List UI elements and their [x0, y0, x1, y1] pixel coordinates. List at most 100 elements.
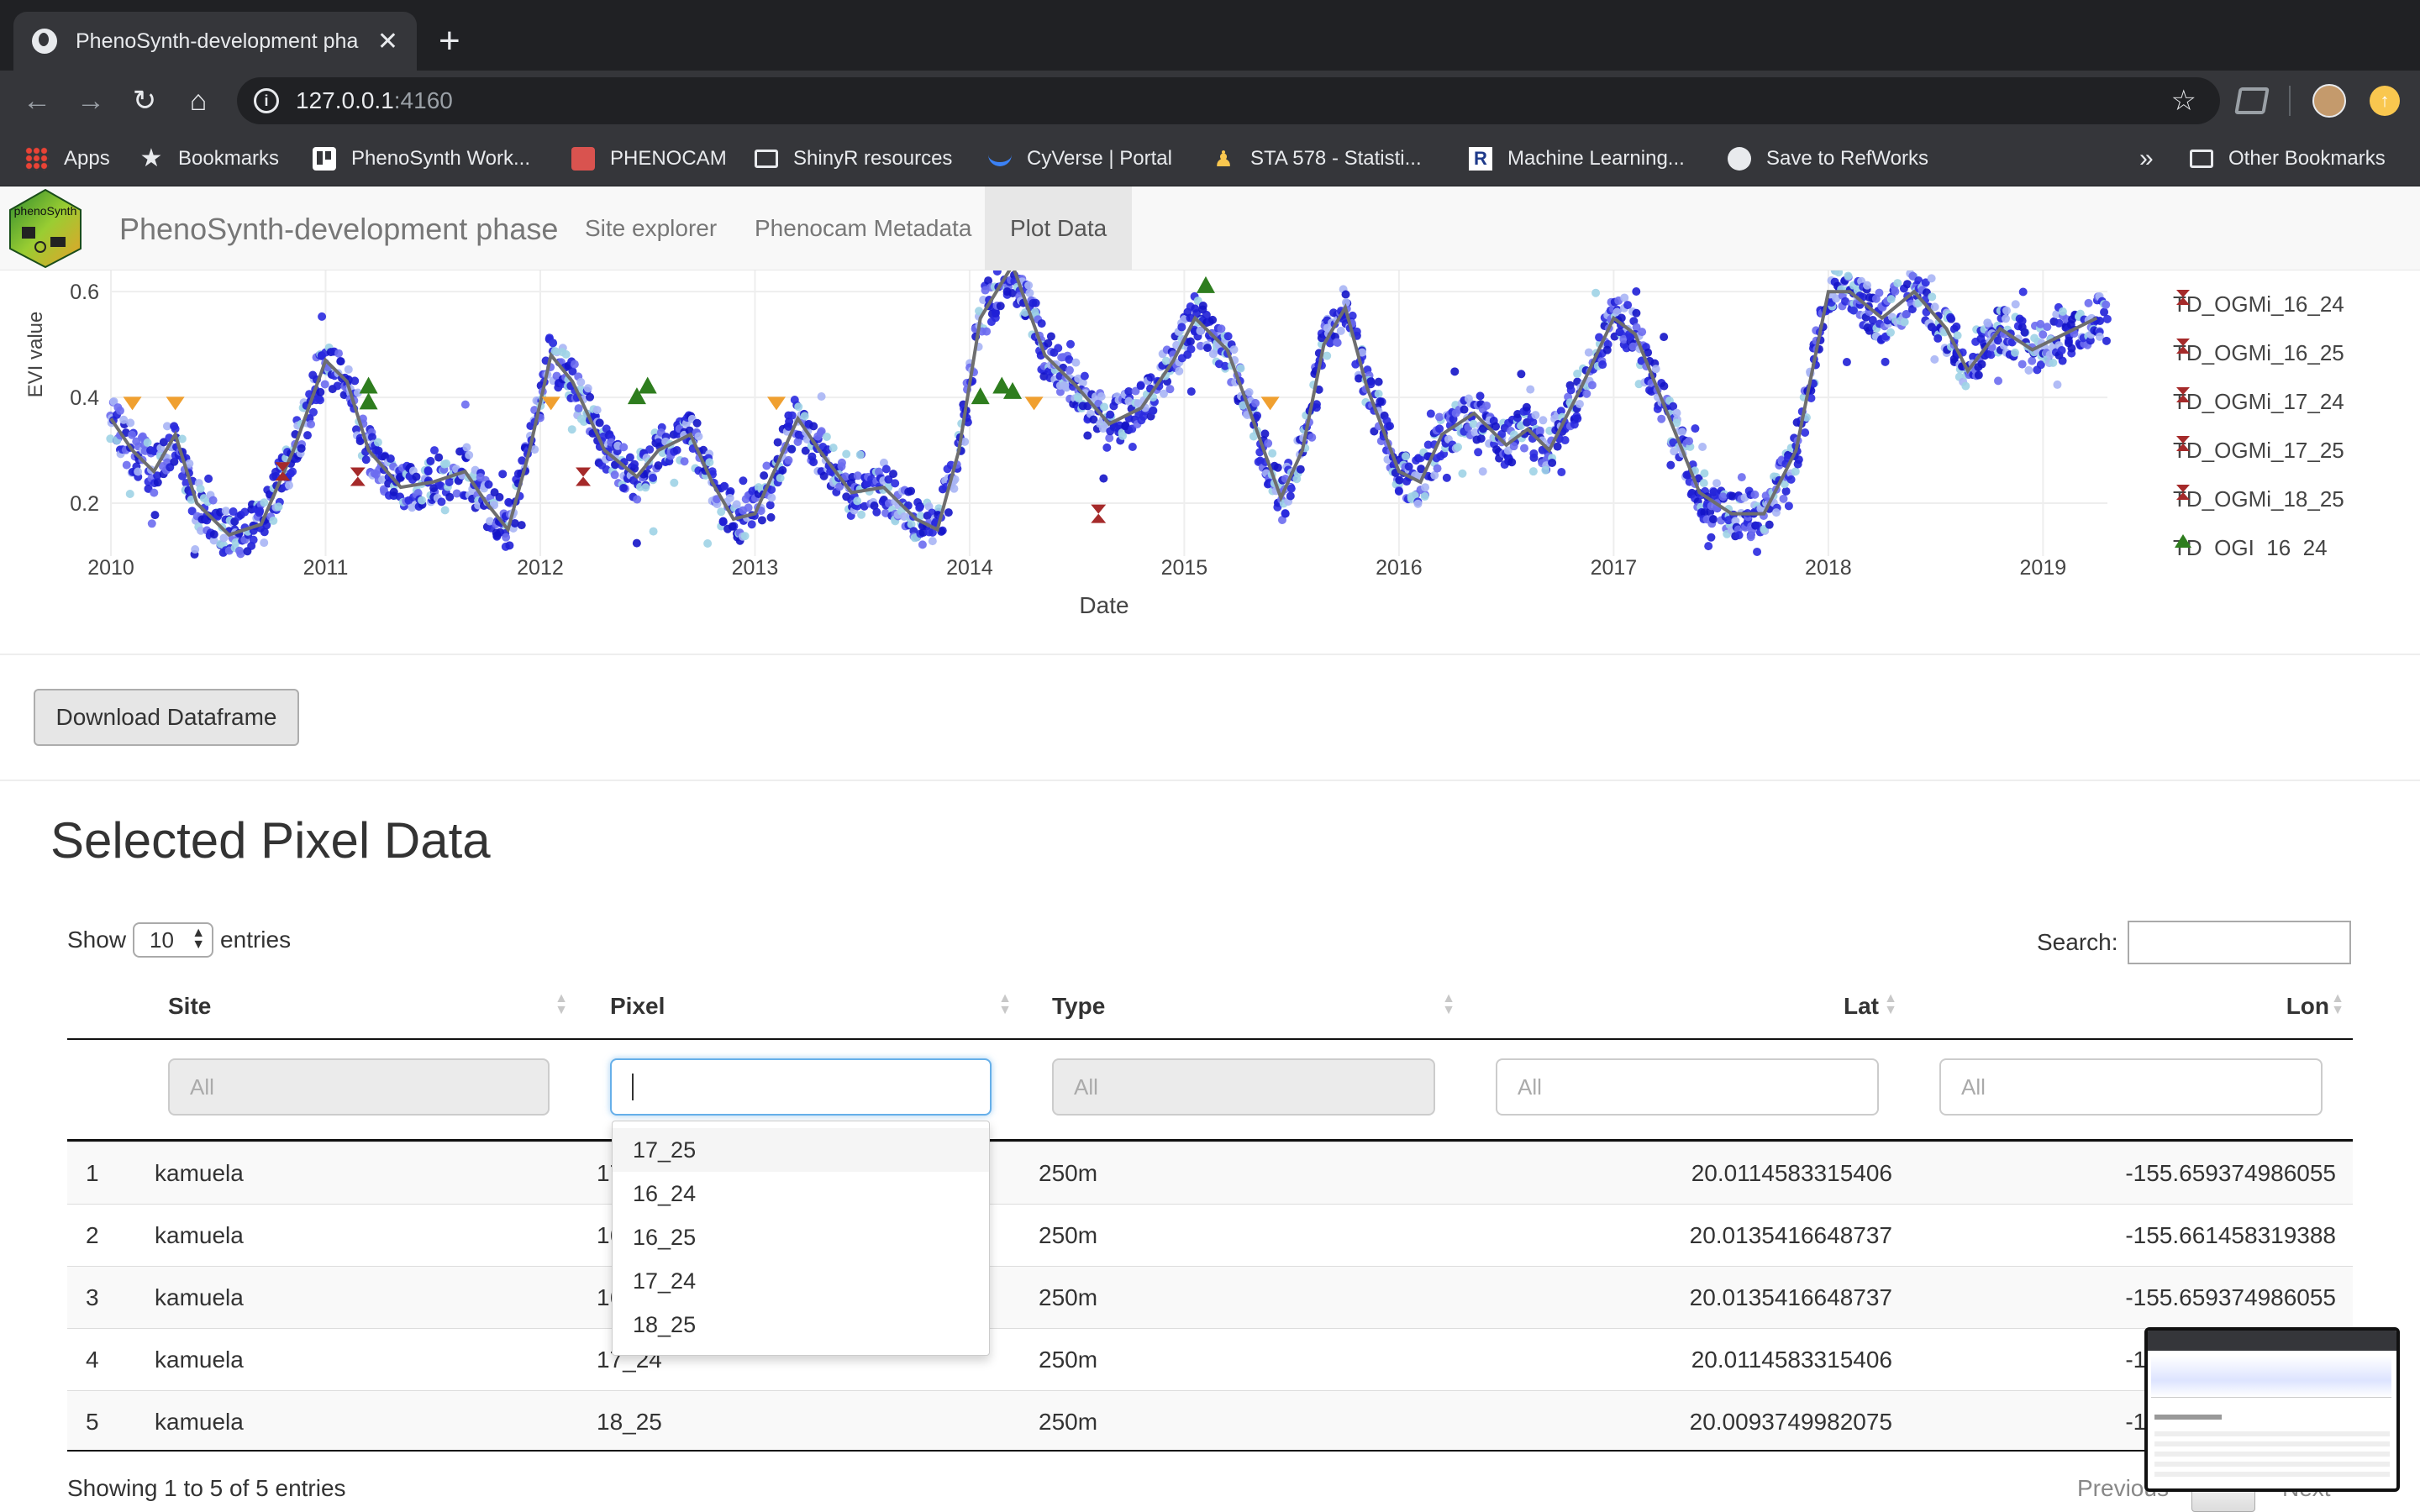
bookmark-phenosynth[interactable]: PhenoSynth Work...: [313, 131, 530, 186]
nav-phenocam-metadata[interactable]: Phenocam Metadata: [729, 186, 997, 270]
pixel-point: [517, 521, 526, 530]
pixel-point: [260, 498, 269, 507]
pixel-point: [2024, 365, 2033, 375]
bookmark-bookmarks[interactable]: ★ Bookmarks: [139, 131, 280, 186]
pixel-point: [872, 507, 881, 517]
site-info-icon[interactable]: i: [254, 88, 279, 113]
column-header-lat[interactable]: Lat: [1802, 988, 1879, 1038]
pixel-point: [1474, 448, 1483, 457]
download-dataframe-button[interactable]: Download Dataframe: [34, 689, 299, 746]
reload-icon[interactable]: ↻: [126, 82, 163, 119]
pixel-point: [1223, 332, 1233, 341]
dropdown-option[interactable]: 18_25: [613, 1303, 989, 1347]
sort-icon[interactable]: ▲ ▼: [997, 992, 1013, 1017]
sort-icon[interactable]: ▲ ▼: [553, 992, 570, 1017]
update-icon[interactable]: ↑: [2370, 86, 2400, 116]
home-icon[interactable]: ⌂: [180, 82, 217, 119]
dropdown-option[interactable]: 16_24: [613, 1172, 989, 1215]
phenology-markers: [123, 276, 1280, 523]
drive-extension-icon[interactable]: [2234, 87, 2270, 114]
sort-icon[interactable]: ▲ ▼: [1882, 992, 1899, 1017]
browser-toolbar: ← → ↻ ⌂ i 127.0.0.1:4160 ☆: [0, 71, 2420, 131]
bookmark-apps[interactable]: Apps: [25, 131, 110, 186]
dropdown-option[interactable]: 17_25: [613, 1128, 989, 1172]
pixel-point: [495, 492, 504, 501]
pixel-point: [766, 512, 776, 522]
pixel-point: [837, 462, 846, 471]
profile-avatar[interactable]: [2312, 84, 2346, 118]
column-header-lon[interactable]: Lon: [2245, 988, 2329, 1038]
bookmark-cyverse[interactable]: CyVerse | Portal: [988, 131, 1172, 186]
y-tick-labels: 0.2 0.4 0.6: [70, 281, 99, 516]
pixel-point: [502, 533, 511, 542]
pixel-point: [1286, 484, 1296, 493]
table-row[interactable]: 4 kamuela 17_24 250m 20.0114583315406 -1…: [67, 1328, 2353, 1390]
pixel-point: [1983, 318, 1992, 328]
table-search-input[interactable]: [2128, 921, 2351, 964]
table-row[interactable]: 2 kamuela 16_24 250m 20.0135416648737 -1…: [67, 1204, 2353, 1266]
evi-plot[interactable]: 2010 2011 2012 2013 2014 2015 2016 2017 2018 2019…: [0, 270, 2151, 654]
pixel-point: [1333, 338, 1342, 347]
site-filter[interactable]: All: [168, 1058, 550, 1116]
address-bar[interactable]: i 127.0.0.1:4160 ☆: [237, 77, 2220, 124]
bookmark-phenocam[interactable]: PHENOCAM: [571, 131, 727, 186]
pixel-point: [787, 444, 797, 454]
legend-item[interactable]: TD_OGMi_18_25: [2173, 482, 2344, 516]
sort-icon[interactable]: ▲ ▼: [1440, 992, 1457, 1017]
ogmn-marker: [166, 396, 185, 411]
column-header-site[interactable]: Site: [168, 988, 211, 1038]
legend-item[interactable]: TD_OGMi_16_25: [2173, 336, 2344, 370]
bookmark-machine-learning[interactable]: R Machine Learning...: [1469, 131, 1685, 186]
bookmark-star-icon[interactable]: ☆: [2171, 84, 2196, 118]
column-header-type[interactable]: Type: [1052, 988, 1105, 1038]
screenshot-thumbnail[interactable]: [2144, 1327, 2400, 1492]
pixel-point: [1961, 381, 1970, 391]
type-filter[interactable]: All: [1052, 1058, 1435, 1116]
legend-item[interactable]: TD_OGMi_17_25: [2173, 433, 2344, 467]
page-length-select[interactable]: 10 ▲ ▼: [133, 922, 214, 958]
pixel-point: [549, 339, 558, 348]
bookmark-other[interactable]: Other Bookmarks: [2190, 131, 2386, 186]
lat-filter[interactable]: All: [1496, 1058, 1879, 1116]
chart-legend[interactable]: TD_OGMi_16_24 TD_OGMi_16_25 TD_OGMi_17_2…: [2151, 270, 2420, 556]
pixel-point: [1801, 428, 1810, 438]
forward-icon[interactable]: →: [72, 82, 109, 119]
bookmark-sta578[interactable]: ♟ STA 578 - Statisti...: [1212, 131, 1421, 186]
table-row[interactable]: 3 kamuela 16_25 250m 20.0135416648737 -1…: [67, 1266, 2353, 1328]
legend-item[interactable]: TD_OGMi_17_24: [2173, 385, 2344, 418]
column-header-pixel[interactable]: Pixel: [610, 988, 665, 1038]
url-text: 127.0.0.1:4160: [296, 87, 453, 113]
legend-item[interactable]: TD_OGI_16_24: [2173, 531, 2328, 556]
y-axis-label: EVI value: [24, 312, 47, 398]
table-row[interactable]: 1 kamuela 17_25 250m 20.0114583315406 -1…: [67, 1142, 2353, 1204]
legend-item[interactable]: TD_OGMi_16_24: [2173, 287, 2344, 321]
pixel-filter-dropdown[interactable]: 17_25 16_24 16_25 17_24 18_25: [612, 1121, 990, 1356]
pixel-point: [302, 431, 312, 440]
nav-plot-data[interactable]: Plot Data: [985, 186, 1133, 270]
pixel-point: [1632, 287, 1641, 297]
dropdown-option[interactable]: 17_24: [613, 1259, 989, 1303]
legend-label: TD_OGMi_18_25: [2173, 486, 2344, 512]
pixel-filter-input[interactable]: [610, 1058, 992, 1116]
pixel-point: [1526, 385, 1535, 394]
row-index: 3: [86, 1284, 99, 1310]
new-tab-button[interactable]: +: [439, 20, 460, 62]
bookmark-refworks[interactable]: Save to RefWorks: [1728, 131, 1928, 186]
type-cell: 250m: [1039, 1347, 1098, 1373]
pixel-point: [1844, 271, 1853, 281]
sort-icon[interactable]: ▲ ▼: [2329, 992, 2346, 1017]
browser-tab[interactable]: PhenoSynth-development pha ✕: [13, 12, 417, 71]
pixel-point: [1750, 490, 1760, 499]
nav-site-explorer[interactable]: Site explorer: [560, 186, 742, 270]
lon-filter[interactable]: All: [1939, 1058, 2323, 1116]
close-tab-icon[interactable]: ✕: [377, 27, 398, 56]
pixel-point: [881, 465, 891, 474]
pixel-point: [1374, 389, 1383, 398]
bookmarks-overflow[interactable]: »: [2139, 131, 2154, 186]
back-icon[interactable]: ←: [18, 82, 55, 119]
app-brand[interactable]: PhenoSynth-development phase: [119, 212, 558, 247]
bookmark-shinyr[interactable]: ShinyR resources: [755, 131, 952, 186]
table-row[interactable]: 5 kamuela 18_25 250m 20.0093749982075 -1…: [67, 1390, 2353, 1452]
dropdown-option[interactable]: 16_25: [613, 1215, 989, 1259]
evi-chart[interactable]: 2010 2011 2012 2013 2014 2015 2016 2017 2018 2019…: [0, 270, 2420, 654]
